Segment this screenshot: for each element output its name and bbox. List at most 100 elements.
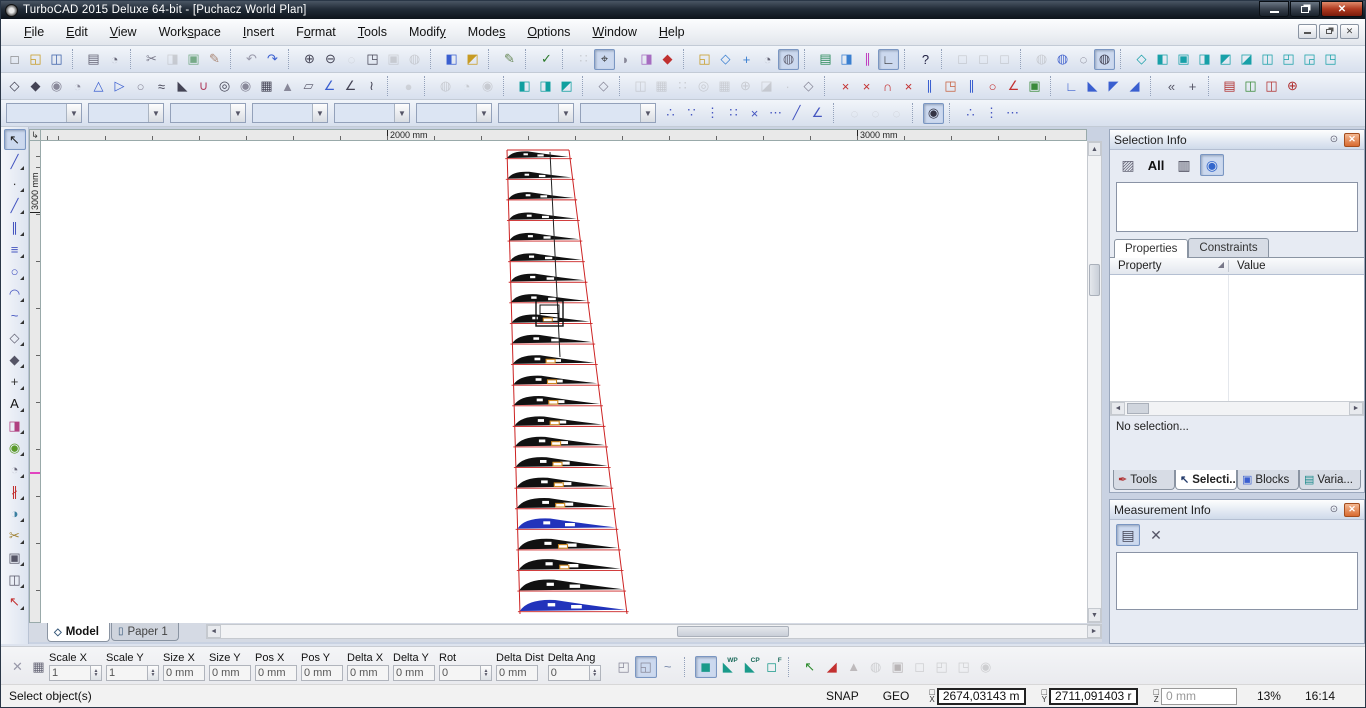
view-cube-10-icon[interactable]: ◳ xyxy=(1320,49,1341,70)
circle-tangent-icon[interactable]: ○ xyxy=(982,76,1003,97)
spell-check-icon[interactable]: ✓ xyxy=(536,49,557,70)
angle-measure-icon[interactable]: ∠ xyxy=(1003,76,1024,97)
render-mode-icon[interactable]: ◍ xyxy=(778,49,799,70)
scroll-down-button[interactable]: ▼ xyxy=(1088,608,1101,622)
print-stamp-icon[interactable]: ◫ xyxy=(1261,76,1282,97)
drawing-canvas[interactable] xyxy=(41,141,1087,623)
pin-icon[interactable]: ⊙ xyxy=(1326,503,1342,517)
pick-add-mode-icon[interactable]: ↖ xyxy=(799,656,821,678)
multi-trim-icon[interactable]: « xyxy=(1161,76,1182,97)
cylinder-icon[interactable]: ○ xyxy=(130,76,151,97)
property-combo-5[interactable]: ▼ xyxy=(334,103,410,123)
delta-dist-input[interactable] xyxy=(496,665,538,681)
select-all-button-icon[interactable]: All xyxy=(1144,154,1168,176)
extrude-icon[interactable]: ≈ xyxy=(151,76,172,97)
property-combo-4[interactable]: ▼ xyxy=(252,103,328,123)
solid-box-tool-icon[interactable]: ◆ xyxy=(4,349,26,370)
paint-tool-icon[interactable]: ◨ xyxy=(4,415,26,436)
scroll-right-button[interactable]: ► xyxy=(1087,625,1101,638)
snap-nearest-icon[interactable]: ⋯ xyxy=(765,103,786,124)
camera-walk-icon[interactable]: ◔ xyxy=(757,49,778,70)
mirror-icon[interactable]: ◨ xyxy=(636,49,657,70)
layers-icon[interactable]: ▤ xyxy=(815,49,836,70)
meet-2-lines-icon[interactable]: × xyxy=(856,76,877,97)
print-icon[interactable]: ▤ xyxy=(83,49,104,70)
size-x-input[interactable] xyxy=(163,665,205,681)
pyramid-icon[interactable]: ▲ xyxy=(277,76,298,97)
property-combo-6[interactable]: ▼ xyxy=(416,103,492,123)
cylinder-nodes-icon[interactable]: ◎ xyxy=(214,76,235,97)
snap-magnet-tool-icon[interactable]: ◉ xyxy=(4,437,26,458)
render-draft-icon[interactable]: ◌ xyxy=(1073,49,1094,70)
assemble-tool-icon[interactable]: + xyxy=(4,371,26,392)
chamfer-1-icon[interactable]: ◣ xyxy=(1082,76,1103,97)
solid-tool-icon[interactable]: ◇ xyxy=(593,76,614,97)
highlight-toggle-icon-icon[interactable]: ◉ xyxy=(1200,154,1224,176)
double-line-tool-icon[interactable]: ∥ xyxy=(4,217,26,238)
drawing-setup-icon[interactable]: ⌖ xyxy=(594,49,615,70)
snap-free-icon[interactable]: ∴ xyxy=(660,103,681,124)
view-cube-8-icon[interactable]: ◰ xyxy=(1278,49,1299,70)
menu-edit[interactable]: Edit xyxy=(55,21,99,43)
dock-tab-tools[interactable]: ✒Tools xyxy=(1113,470,1175,490)
box-3d-icon[interactable]: ◇ xyxy=(4,76,25,97)
grid-scroll-left[interactable]: ◄ xyxy=(1111,402,1125,415)
view-cube-1-icon[interactable]: ◇ xyxy=(1131,49,1152,70)
torus-icon[interactable]: ◉ xyxy=(235,76,256,97)
menu-insert[interactable]: Insert xyxy=(232,21,285,43)
pen-format-icon[interactable]: ∥ xyxy=(857,49,878,70)
clear-values-icon-icon[interactable]: ✕ xyxy=(7,656,28,677)
delta-ang-input[interactable] xyxy=(548,665,590,681)
mdi-minimize-button[interactable] xyxy=(1298,24,1317,39)
bound-box-icon[interactable]: ▣ xyxy=(1024,76,1045,97)
menu-window[interactable]: Window xyxy=(581,21,647,43)
edit-nodes-tool-icon[interactable]: ╱ xyxy=(4,151,26,172)
undo-icon[interactable]: ↶ xyxy=(241,49,262,70)
entity-properties-icon-icon[interactable]: ▨ xyxy=(1116,154,1140,176)
hscroll-thumb[interactable] xyxy=(677,626,789,637)
rot-spinner[interactable]: ▲▼ xyxy=(481,665,492,681)
context-help-icon[interactable]: ? xyxy=(915,49,936,70)
snap-indicator[interactable]: SNAP xyxy=(814,689,871,703)
property-combo-8[interactable]: ▼ xyxy=(580,103,656,123)
insert-image-icon[interactable]: ◨ xyxy=(836,49,857,70)
chamfer-2-icon[interactable]: ◤ xyxy=(1103,76,1124,97)
vscroll-thumb[interactable] xyxy=(1089,264,1100,296)
arc-tool-icon[interactable]: ◠ xyxy=(4,283,26,304)
measurement-list[interactable] xyxy=(1116,552,1358,610)
snap-point-icon[interactable]: ∷ xyxy=(723,103,744,124)
boolean-subtract-icon[interactable]: ◨ xyxy=(535,76,556,97)
view-cube-6-icon[interactable]: ◪ xyxy=(1236,49,1257,70)
pos-x-input[interactable] xyxy=(255,665,297,681)
multiline-tool-icon[interactable]: ≡ xyxy=(4,239,26,260)
point-tool-icon[interactable]: ∙ xyxy=(4,173,26,194)
select-handles-tool-icon[interactable]: ▣ xyxy=(4,547,26,568)
x-coordinate-field[interactable]: 2674,03143 m xyxy=(937,688,1026,705)
open-file-icon[interactable]: ◱ xyxy=(25,49,46,70)
z-coordinate-field[interactable]: 0 mm xyxy=(1161,688,1237,705)
canvas-horizontal-scrollbar[interactable]: ◄ ► xyxy=(206,624,1102,639)
chevron-down-icon[interactable]: ▼ xyxy=(558,104,573,122)
circle-tool-icon[interactable]: ○ xyxy=(4,261,26,282)
box-nodes-icon[interactable]: ◆ xyxy=(25,76,46,97)
scale-x-spinner[interactable]: ▲▼ xyxy=(91,665,102,681)
trim-icon[interactable]: × xyxy=(835,76,856,97)
spline-handle-icon[interactable]: ~ xyxy=(657,656,679,678)
zoom-in-icon[interactable]: ⊕ xyxy=(299,49,320,70)
panel-close-icon[interactable]: ✕ xyxy=(1344,503,1360,517)
menu-help[interactable]: Help xyxy=(648,21,696,43)
hemisphere-icon[interactable]: ◔ xyxy=(67,76,88,97)
y-coordinate-field[interactable]: 2711,091403 r xyxy=(1049,688,1138,705)
pan-3d-icon[interactable]: ◇ xyxy=(715,49,736,70)
paste-icon[interactable]: ▣ xyxy=(183,49,204,70)
scale-x-input[interactable] xyxy=(49,665,91,681)
symbol-library-icon[interactable]: ◧ xyxy=(441,49,462,70)
tab-properties[interactable]: Properties xyxy=(1114,239,1188,258)
grid-hscroll-thumb[interactable] xyxy=(1127,403,1149,414)
open-symbol-icon[interactable]: ◩ xyxy=(462,49,483,70)
snap-middle-icon[interactable]: ⋮ xyxy=(702,103,723,124)
minimize-button[interactable] xyxy=(1259,1,1289,17)
menu-options[interactable]: Options xyxy=(516,21,581,43)
print-preview-icon[interactable]: ◔ xyxy=(104,49,125,70)
mdi-close-button[interactable]: ✕ xyxy=(1340,24,1359,39)
